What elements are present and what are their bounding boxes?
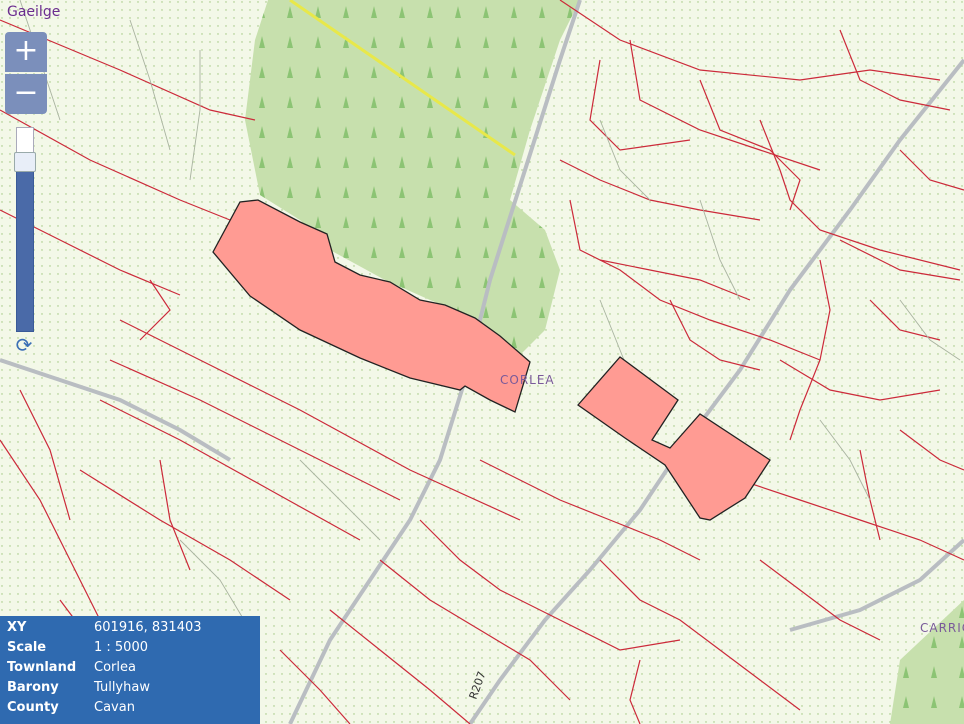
townland-label: CORLEA (500, 373, 555, 387)
zoom-slider-handle[interactable] (14, 152, 36, 172)
info-row-barony: Barony Tullyhaw (7, 679, 150, 695)
refresh-icon[interactable]: ⟳ (14, 335, 34, 355)
info-row-county: County Cavan (7, 699, 135, 715)
info-panel: XY 601916, 831403 Scale 1 : 5000 Townland C… (0, 616, 260, 724)
edge-townland-label: CARRIC (920, 621, 964, 635)
info-row-scale: Scale 1 : 5000 (7, 639, 148, 655)
language-toggle-link[interactable]: Gaeilge (7, 4, 60, 20)
zoom-out-button[interactable]: − (5, 74, 47, 114)
info-row-townland: Townland Corlea (7, 659, 136, 675)
zoom-in-button[interactable]: + (5, 32, 47, 72)
zoom-slider-top (16, 127, 34, 155)
info-row-xy: XY 601916, 831403 (7, 619, 202, 635)
